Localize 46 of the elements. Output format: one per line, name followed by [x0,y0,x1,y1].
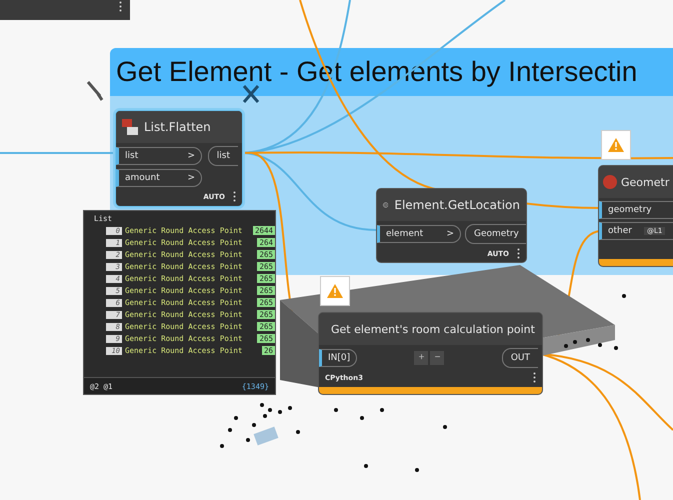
output-port[interactable]: Geometry [465,224,526,244]
node-title: Geometr [621,176,670,188]
input-port[interactable]: list > [116,147,202,165]
point-marker [364,464,368,468]
warning-icon [327,284,343,298]
node-title: List.Flatten [144,120,211,134]
point-marker [228,428,232,432]
point-marker [334,408,338,412]
point-marker [586,338,590,342]
point-marker [252,423,256,427]
point-marker [622,294,626,298]
output-port[interactable]: list [208,146,238,166]
sphere-icon [602,174,618,190]
more-options-icon[interactable] [119,1,122,12]
point-marker [268,408,272,412]
output-port[interactable]: OUT [502,348,538,368]
input-port[interactable]: geometry [599,201,673,219]
more-options-icon[interactable] [233,191,236,202]
input-port[interactable]: amount > [116,169,202,187]
point-marker [443,425,447,429]
point-marker [220,444,224,448]
node-title: Get element's room calculation point [331,322,535,336]
more-options-icon[interactable] [533,372,536,383]
plane-drawing [254,426,278,446]
point-marker [564,344,568,348]
point-marker [598,343,602,347]
point-marker [380,408,384,412]
point-marker [278,410,282,414]
node-title: Element.GetLocation [394,198,520,212]
input-port[interactable]: IN[0] [319,349,358,367]
point-marker [296,430,300,434]
input-port[interactable]: element > [377,225,461,243]
point-marker [573,340,577,344]
more-options-icon[interactable] [517,248,520,259]
point-marker [614,346,618,350]
point-marker [360,416,364,420]
list-icon [122,119,138,135]
warning-icon [608,138,624,152]
point-marker [234,416,238,420]
point-marker [263,414,267,418]
point-marker [288,406,292,410]
remove-button[interactable]: − [430,351,444,365]
point-marker [415,468,419,472]
add-button[interactable]: + [414,351,428,365]
point-marker [260,403,264,407]
point-marker [246,438,250,442]
